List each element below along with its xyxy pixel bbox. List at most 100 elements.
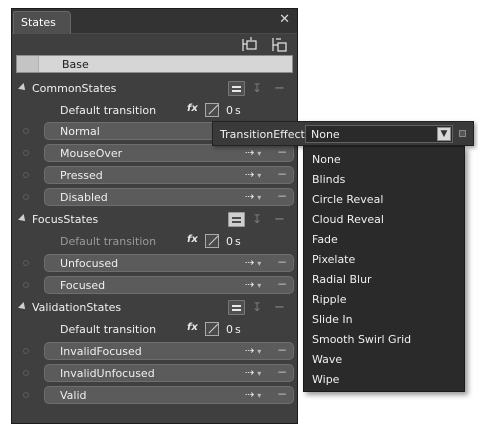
default-transition-row: Default transition fx 0s (12, 233, 297, 251)
minus-icon[interactable]: − (274, 81, 285, 96)
state-pill[interactable]: Pressed ⇢ ▾ − (44, 166, 294, 184)
easing-toggle-icon[interactable] (228, 212, 245, 227)
transition-effect-select[interactable]: None ▼ (305, 125, 453, 143)
option-blinds[interactable]: Blinds (304, 169, 464, 189)
state-indicator[interactable] (23, 150, 29, 156)
add-transition-icon[interactable]: ⇢ ▾ (245, 190, 261, 203)
add-transition-icon[interactable]: ⇢ ▾ (245, 344, 261, 357)
option-pixelate[interactable]: Pixelate (304, 249, 464, 269)
group-name: FocusStates (32, 213, 99, 226)
base-state[interactable]: Base (16, 55, 293, 73)
easing-toggle-icon[interactable] (228, 81, 245, 96)
add-transition-icon[interactable]: ⇢ ▾ (245, 278, 261, 291)
minus-icon[interactable]: − (277, 387, 287, 401)
state-name: Pressed (60, 169, 103, 182)
option-radial-blur[interactable]: Radial Blur (304, 269, 464, 289)
minus-icon[interactable]: − (274, 212, 285, 227)
add-transition-icon[interactable]: ⇢ ▾ (245, 146, 261, 159)
transition-label: Default transition (60, 235, 157, 248)
state-indicator[interactable] (23, 172, 29, 178)
close-icon[interactable]: ✕ (279, 12, 290, 27)
state-pill[interactable]: Valid ⇢ ▾ − (44, 386, 294, 404)
state-indicator[interactable] (23, 260, 29, 266)
state-pill[interactable]: InvalidUnfocused ⇢ ▾ − (44, 364, 294, 382)
option-slide-in[interactable]: Slide In (304, 309, 464, 329)
state-row-invalidfocused[interactable]: InvalidFocused ⇢ ▾ − (12, 342, 297, 361)
state-indicator[interactable] (23, 194, 29, 200)
state-pill[interactable]: Unfocused ⇢ ▾ − (44, 254, 294, 272)
fx-icon[interactable]: fx (187, 103, 202, 117)
states-panel: States ✕ Base CommonStates ↧ − Default t… (11, 8, 298, 424)
group-name: ValidationStates (32, 301, 122, 314)
duration-value[interactable]: 0s (226, 235, 241, 248)
add-transition-icon[interactable]: ↧ (252, 212, 268, 227)
minus-icon[interactable]: − (277, 343, 287, 357)
state-row-invalidunfocused[interactable]: InvalidUnfocused ⇢ ▾ − (12, 364, 297, 383)
option-wave[interactable]: Wave (304, 349, 464, 369)
minus-icon[interactable]: − (277, 277, 287, 291)
fx-icon[interactable]: fx (187, 322, 202, 336)
fx-icon[interactable]: fx (187, 234, 202, 248)
add-state-icon[interactable] (270, 37, 288, 53)
add-transition-icon[interactable]: ⇢ ▾ (245, 168, 261, 181)
default-transition-row: Default transition fx 0s (12, 321, 297, 339)
collapse-triangle-icon[interactable] (18, 302, 28, 312)
option-wipe[interactable]: Wipe (304, 369, 464, 389)
chevron-down-icon[interactable]: ▼ (437, 127, 451, 141)
state-indicator[interactable] (23, 370, 29, 376)
option-fade[interactable]: Fade (304, 229, 464, 249)
minus-icon[interactable]: − (277, 167, 287, 181)
state-row-valid[interactable]: Valid ⇢ ▾ − (12, 386, 297, 405)
state-name: Unfocused (60, 257, 119, 270)
add-transition-icon[interactable]: ↧ (252, 81, 268, 96)
state-row-mouseover[interactable]: MouseOver ⇢ ▾ − (12, 144, 297, 163)
transition-label: Default transition (60, 104, 157, 117)
minus-icon[interactable]: − (277, 189, 287, 203)
collapse-triangle-icon[interactable] (18, 83, 28, 93)
minus-icon[interactable]: − (277, 145, 287, 159)
minus-icon[interactable]: − (274, 300, 285, 315)
add-state-group-icon[interactable] (241, 37, 259, 53)
tab-states-label: States (21, 16, 56, 29)
minus-icon[interactable]: − (277, 365, 287, 379)
advanced-options-icon[interactable] (459, 130, 466, 137)
easing-function-icon[interactable] (205, 234, 219, 248)
base-swatch (17, 56, 39, 72)
transition-effect-label: TransitionEffect (220, 128, 305, 141)
duration-value[interactable]: 0s (226, 323, 241, 336)
tab-states[interactable]: States (13, 11, 71, 34)
minus-icon[interactable]: − (277, 255, 287, 269)
state-indicator[interactable] (23, 282, 29, 288)
state-row-unfocused[interactable]: Unfocused ⇢ ▾ − (12, 254, 297, 273)
state-row-disabled[interactable]: Disabled ⇢ ▾ − (12, 188, 297, 207)
state-pill[interactable]: Disabled ⇢ ▾ − (44, 188, 294, 206)
option-none[interactable]: None (304, 149, 464, 169)
state-row-focused[interactable]: Focused ⇢ ▾ − (12, 276, 297, 295)
option-cloud-reveal[interactable]: Cloud Reveal (304, 209, 464, 229)
collapse-triangle-icon[interactable] (18, 214, 28, 224)
option-ripple[interactable]: Ripple (304, 289, 464, 309)
add-transition-icon[interactable]: ↧ (252, 300, 268, 315)
add-transition-icon[interactable]: ⇢ ▾ (245, 366, 261, 379)
add-transition-icon[interactable]: ⇢ ▾ (245, 388, 261, 401)
option-circle-reveal[interactable]: Circle Reveal (304, 189, 464, 209)
easing-function-icon[interactable] (205, 103, 219, 117)
state-name: Valid (60, 389, 87, 402)
state-name: InvalidFocused (60, 345, 142, 358)
state-row-pressed[interactable]: Pressed ⇢ ▾ − (12, 166, 297, 185)
state-indicator[interactable] (23, 392, 29, 398)
add-transition-icon[interactable]: ⇢ ▾ (245, 256, 261, 269)
state-pill[interactable]: MouseOver ⇢ ▾ − (44, 144, 294, 162)
group-header-commonstates[interactable]: CommonStates ↧ − (12, 79, 297, 99)
option-smooth-swirl-grid[interactable]: Smooth Swirl Grid (304, 329, 464, 349)
easing-function-icon[interactable] (205, 322, 219, 336)
group-header-validationstates[interactable]: ValidationStates ↧ − (12, 298, 297, 318)
state-indicator[interactable] (23, 128, 29, 134)
state-pill[interactable]: Focused ⇢ ▾ − (44, 276, 294, 294)
state-indicator[interactable] (23, 348, 29, 354)
duration-value[interactable]: 0s (226, 104, 241, 117)
state-pill[interactable]: InvalidFocused ⇢ ▾ − (44, 342, 294, 360)
easing-toggle-icon[interactable] (228, 300, 245, 315)
group-header-focusstates[interactable]: FocusStates ↧ − (12, 210, 297, 230)
state-name: MouseOver (60, 147, 123, 160)
